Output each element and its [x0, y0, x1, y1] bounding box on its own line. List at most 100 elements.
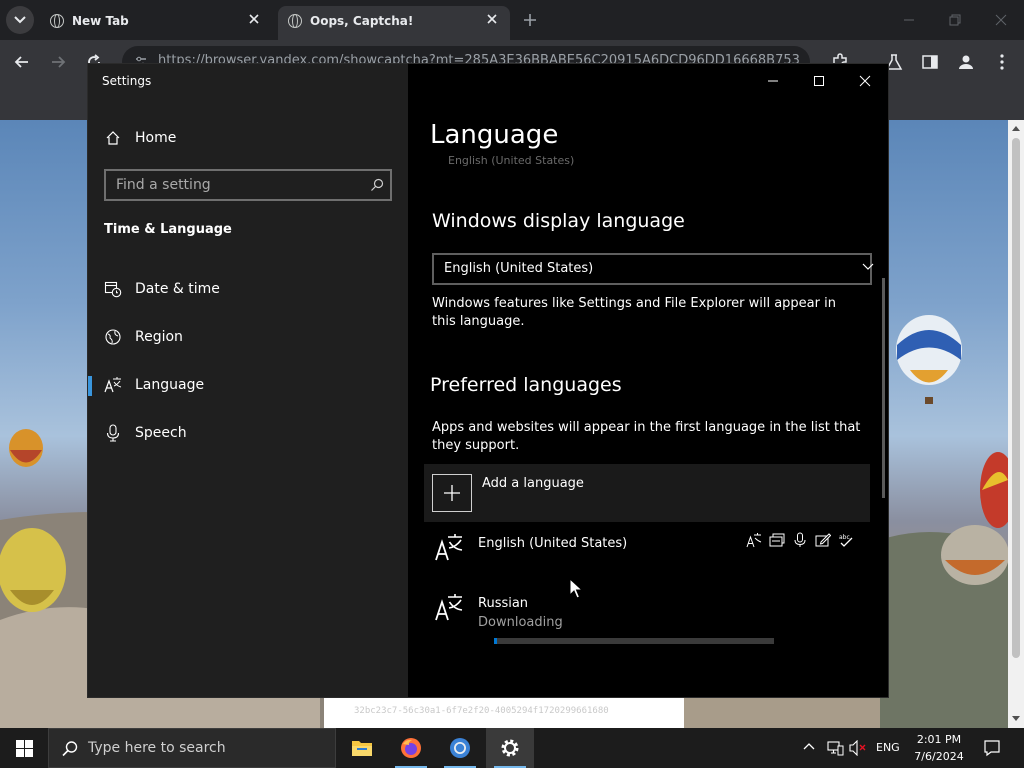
system-clock[interactable]: 2:01 PM 7/6/2024 [900, 731, 978, 765]
tab-title: Oops, Captcha! [310, 14, 414, 28]
find-setting-search-box[interactable] [104, 169, 392, 201]
language-icon [435, 534, 463, 561]
home-label: Home [135, 130, 177, 146]
close-icon[interactable] [484, 11, 500, 27]
settings-window: Settings Home Time & Language Date & tim… [88, 64, 888, 697]
close-icon[interactable] [857, 73, 873, 89]
search-icon [62, 741, 78, 757]
section-title: Time & Language [104, 222, 232, 237]
scroll-down-arrow-icon[interactable] [1012, 716, 1020, 721]
profile-icon[interactable] [956, 52, 976, 72]
display-language-icon [746, 533, 762, 548]
chevron-down-icon [862, 263, 874, 270]
windows-taskbar: Type here to search ENG 2:01 PM 7/6/2024 [0, 728, 1024, 768]
browser-tab-strip: New Tab Oops, Captcha! [0, 0, 1024, 40]
display-language-dropdown[interactable]: English (United States) [432, 253, 874, 285]
globe-icon [105, 329, 121, 345]
display-language-heading: Windows display language [432, 210, 685, 232]
sidebar-item-label: Speech [135, 425, 187, 441]
clock-time: 2:01 PM [916, 733, 962, 746]
chevron-down-icon [14, 16, 26, 24]
maximize-icon[interactable] [811, 73, 827, 89]
windows-logo-icon [16, 740, 33, 757]
spellcheck-icon: abc [839, 534, 853, 547]
globe-icon [50, 14, 64, 28]
speech-recognition-icon [794, 532, 806, 547]
sidebar-item-region[interactable]: Region [88, 318, 408, 358]
volume-muted-icon[interactable] [849, 740, 867, 756]
language-name: English (United States) [478, 536, 628, 551]
minimize-icon[interactable] [901, 12, 917, 28]
firefox-icon [401, 738, 421, 758]
taskbar-search-box[interactable]: Type here to search [48, 728, 336, 768]
file-explorer-icon [352, 741, 372, 756]
settings-scrollbar[interactable] [882, 278, 885, 498]
taskbar-file-explorer[interactable] [338, 728, 386, 768]
preferred-languages-description: Apps and websites will appear in the fir… [432, 420, 861, 453]
sidebar-item-date-time[interactable]: Date & time [88, 270, 408, 310]
home-nav-item[interactable]: Home [102, 124, 402, 154]
display-language-description: Windows features like Settings and File … [432, 296, 836, 329]
svg-text:abc: abc [839, 534, 850, 541]
page-title: Language [430, 120, 559, 150]
text-to-speech-icon [769, 533, 785, 547]
kebab-menu-icon[interactable] [992, 52, 1012, 72]
dropdown-value: English (United States) [444, 261, 594, 276]
language-row-russian[interactable]: Russian Downloading [424, 586, 870, 644]
input-language-indicator[interactable]: ENG [876, 741, 900, 754]
search-icon[interactable] [370, 178, 384, 192]
language-name: Russian [478, 596, 529, 611]
language-icon [435, 594, 463, 621]
find-setting-input[interactable] [114, 175, 354, 195]
calendar-clock-icon [104, 281, 122, 298]
notifications-icon[interactable] [983, 739, 1001, 757]
add-language-label: Add a language [482, 476, 584, 491]
settings-icon [501, 739, 519, 757]
globe-icon [288, 14, 302, 28]
tab-search-button[interactable] [6, 6, 34, 34]
taskbar-settings[interactable] [486, 728, 534, 768]
plus-icon [444, 485, 460, 501]
add-language-button[interactable]: Add a language [424, 464, 870, 522]
chrome-icon [450, 738, 470, 758]
preferred-languages-heading: Preferred languages [430, 374, 622, 396]
language-row-english[interactable]: English (United States) abc [424, 526, 870, 582]
back-arrow-icon[interactable] [12, 52, 32, 72]
sidebar-item-label: Language [135, 377, 205, 393]
tab-title: New Tab [72, 14, 129, 28]
page-scrollbar[interactable] [1008, 120, 1024, 728]
sidebar-item-speech[interactable]: Speech [88, 414, 408, 454]
tab-captcha[interactable]: Oops, Captcha! [278, 6, 510, 40]
settings-main-pane: Language English (United States) Windows… [408, 64, 888, 697]
network-icon[interactable] [826, 740, 844, 756]
faded-language-text: English (United States) [448, 154, 575, 167]
tab-new-tab[interactable]: New Tab [40, 6, 272, 40]
side-panel-icon[interactable] [920, 52, 940, 72]
captcha-footer-box: 32bc23c7-56c30a1-6f7e2f20-4005294f172029… [324, 697, 684, 728]
taskbar-search-placeholder: Type here to search [88, 740, 226, 756]
minimize-icon[interactable] [765, 73, 781, 89]
download-progress-bar [494, 638, 774, 644]
forward-arrow-icon[interactable] [48, 52, 68, 72]
handwriting-icon [815, 533, 831, 547]
window-title: Settings [102, 74, 152, 88]
taskbar-firefox[interactable] [387, 728, 435, 768]
restore-icon[interactable] [947, 12, 963, 28]
captcha-hash-text: 32bc23c7-56c30a1-6f7e2f20-4005294f172029… [354, 706, 609, 716]
language-icon [104, 377, 122, 393]
close-window-icon[interactable] [993, 12, 1009, 28]
plus-box [432, 474, 472, 512]
new-tab-plus-icon[interactable] [520, 10, 540, 30]
sidebar-item-language[interactable]: Language [88, 366, 408, 406]
mouse-pointer-icon [569, 578, 583, 599]
taskbar-chrome[interactable] [436, 728, 484, 768]
chevron-up-icon[interactable] [802, 740, 816, 754]
page-scrollbar-thumb[interactable] [1012, 138, 1020, 658]
close-icon[interactable] [246, 11, 262, 27]
download-status: Downloading [478, 615, 563, 630]
scroll-up-arrow-icon[interactable] [1012, 126, 1020, 131]
sidebar-item-label: Date & time [135, 281, 220, 297]
microphone-icon [106, 424, 120, 442]
clock-date: 7/6/2024 [914, 750, 964, 763]
start-button[interactable] [0, 728, 48, 768]
